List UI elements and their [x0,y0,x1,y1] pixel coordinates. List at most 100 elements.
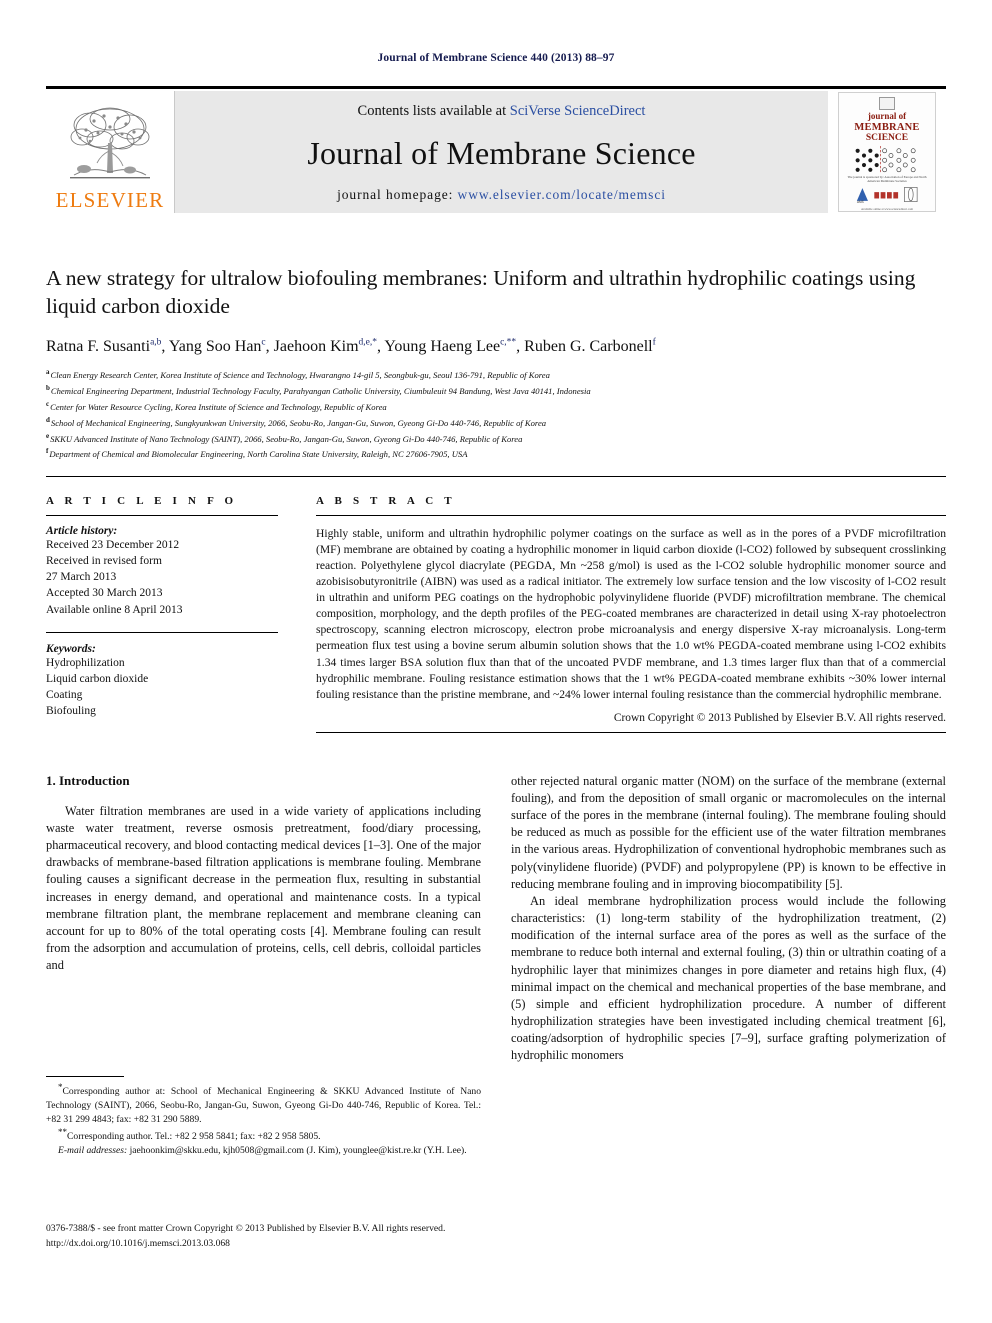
body-right-column: other rejected natural organic matter (N… [511,773,946,1158]
abstract-column: A B S T R A C T Highly stable, uniform a… [316,495,946,733]
elsevier-tree-icon [70,107,150,179]
affiliation-marker: c [46,400,50,409]
affiliation-text: Clean Energy Research Center, Korea Inst… [50,370,550,381]
author-entry: Ruben G. Carbonellf [524,338,656,355]
footnotes-block: *Corresponding author at: School of Mech… [46,1076,481,1157]
affiliation-marker: b [46,384,50,393]
history-item: Received in revised form [46,555,162,568]
author-affil-marker: a,b [150,337,162,348]
article-info-top-rule [46,476,946,478]
society-logos-icon: AMS [856,187,918,204]
affiliation-text: Center for Water Resource Cycling, Korea… [50,401,387,412]
author-affil-marker: d,e,* [358,337,377,348]
affiliation-text: Chemical Engineering Department, Industr… [50,386,591,397]
affiliation-marker: a [46,368,50,377]
keywords-block: Keywords: Hydrophilization Liquid carbon… [46,643,278,719]
journal-masthead: ELSEVIER Contents lists available at Sci… [46,91,946,213]
affiliation-marker: e [46,431,50,440]
masthead-center-panel: Contents lists available at SciVerse Sci… [174,91,828,213]
keyword-item: Biofouling [46,704,96,717]
keyword-item: Hydrophilization [46,656,125,669]
cover-line-1: journal of [867,111,907,122]
abstract-copyright: Crown Copyright © 2013 Published by Else… [613,711,946,724]
masthead-top-rule [46,86,946,89]
body-paragraph: other rejected natural organic matter (N… [511,773,946,891]
double-asterisk-icon: ** [58,1127,67,1138]
affiliation-item: dSchool of Mechanical Engineering, Sungk… [46,415,946,431]
homepage-link[interactable]: www.elsevier.com/locate/memsci [458,187,666,202]
section-heading-introduction: 1. Introduction [46,772,130,788]
sciencedirect-link[interactable]: SciVerse ScienceDirect [510,103,646,119]
email-addresses[interactable]: jaehoonkim@skku.edu, kjh0508@gmail.com (… [127,1145,467,1156]
article-history-label: Article history: [46,525,118,538]
svg-text:AMS: AMS [857,200,864,204]
cover-caption: The journal is sponsored by: Association… [847,174,927,183]
abstract-bottom-rule [316,731,946,733]
author-entry: Young Haeng Leec,**, [384,337,525,355]
author-affil-marker: f [652,337,656,348]
affiliation-item: cCenter for Water Resource Cycling, Kore… [46,399,946,415]
cover-art: journal of MEMBRANE SCIENCE The journal … [838,92,936,212]
affiliation-text: School of Mechanical Engineering, Sungky… [50,417,547,428]
author-affil-marker: c,** [500,337,517,348]
keywords-label: Keywords: [46,642,96,655]
paper-page: Journal of Membrane Science 440 (2013) 8… [0,0,992,1323]
author-name: Ruben G. Carbonell [524,337,653,355]
author-name: Ratna F. Susanti [46,337,151,355]
email-label: E-mail addresses: [58,1145,128,1157]
author-entry: Yang Soo Hanc, [168,337,274,355]
history-item: Available online 8 April 2013 [46,603,183,616]
footnote-emails: E-mail addresses: jaehoonkim@skku.edu, k… [46,1144,481,1158]
abstract-heading: A B S T R A C T [316,495,456,508]
article-info-heading: A R T I C L E I N F O [46,495,238,508]
journal-homepage-line: journal homepage: www.elsevier.com/locat… [337,187,666,203]
body-paragraph: An ideal membrane hydrophilization proce… [511,893,946,1063]
abstract-rule [316,515,946,517]
footnote-corresponding-2: **Corresponding author. Tel.: +82 2 958 … [58,1127,321,1143]
membrane-lattice-icon [855,146,916,173]
keywords-list: Hydrophilization Liquid carbon dioxide C… [46,655,278,719]
affiliation-text: SKKU Advanced Institute of Nano Technolo… [50,433,523,444]
history-item: 27 March 2013 [46,571,117,584]
elsevier-logo[interactable]: ELSEVIER [46,91,174,213]
elsevier-mini-icon [879,97,895,111]
issn-copyright-line: 0376-7388/$ - see front matter Crown Cop… [46,1223,446,1234]
author-name: Jaehoon Kim [273,337,359,355]
author-list: Ratna F. Susantia,b, Yang Soo Hanc, Jaeh… [46,336,946,358]
affiliation-marker: f [46,447,49,456]
contents-prefix: Contents lists available at [357,103,510,119]
author-entry: Jaehoon Kimd,e,*, [273,337,385,355]
history-item: Accepted 30 March 2013 [46,587,163,600]
contents-line: Contents lists available at SciVerse Sci… [358,103,646,120]
homepage-prefix: journal homepage: [337,187,458,202]
cover-footer: Available online at www.sciencedirect.co… [861,207,913,211]
body-columns: 1. Introduction Water filtration membran… [46,773,946,1158]
cover-line-2: MEMBRANE [854,121,920,133]
keyword-item: Liquid carbon dioxide [46,672,149,685]
page-title: A new strategy for ultralow biofouling m… [46,266,916,318]
abstract-text: Highly stable, uniform and ultrathin hyd… [316,527,946,701]
affiliation-item: fDepartment of Chemical and Biomolecular… [46,446,946,462]
article-info-column: A R T I C L E I N F O Article history: R… [46,495,316,733]
body-left-column: 1. Introduction Water filtration membran… [46,773,481,1158]
body-paragraph: Water filtration membranes are used in a… [46,803,481,973]
article-history-list: Received 23 December 2012 Received in re… [46,537,278,617]
info-abstract-row: A R T I C L E I N F O Article history: R… [46,495,946,733]
author-entry: Ratna F. Susantia,b, [46,337,169,355]
article-history-block: Article history: Received 23 December 20… [46,525,278,623]
article-info-rule [46,515,278,517]
keyword-item: Coating [46,688,83,701]
history-item: Received 23 December 2012 [46,539,180,552]
affiliation-item: bChemical Engineering Department, Indust… [46,383,946,399]
author-name: Young Haeng Lee [384,337,501,355]
journal-title: Journal of Membrane Science [307,135,696,171]
doi-link[interactable]: http://dx.doi.org/10.1016/j.memsci.2013.… [46,1237,946,1252]
running-head: Journal of Membrane Science 440 (2013) 8… [377,52,615,64]
affiliation-item: eSKKU Advanced Institute of Nano Technol… [46,431,946,447]
footnote-rule [46,1076,124,1078]
keywords-divider-rule [46,631,278,633]
page-footer: 0376-7388/$ - see front matter Crown Cop… [46,1222,946,1252]
elsevier-wordmark: ELSEVIER [55,188,165,212]
journal-cover-thumb[interactable]: journal of MEMBRANE SCIENCE The journal … [828,91,946,213]
cover-line-3: SCIENCE [865,132,909,143]
